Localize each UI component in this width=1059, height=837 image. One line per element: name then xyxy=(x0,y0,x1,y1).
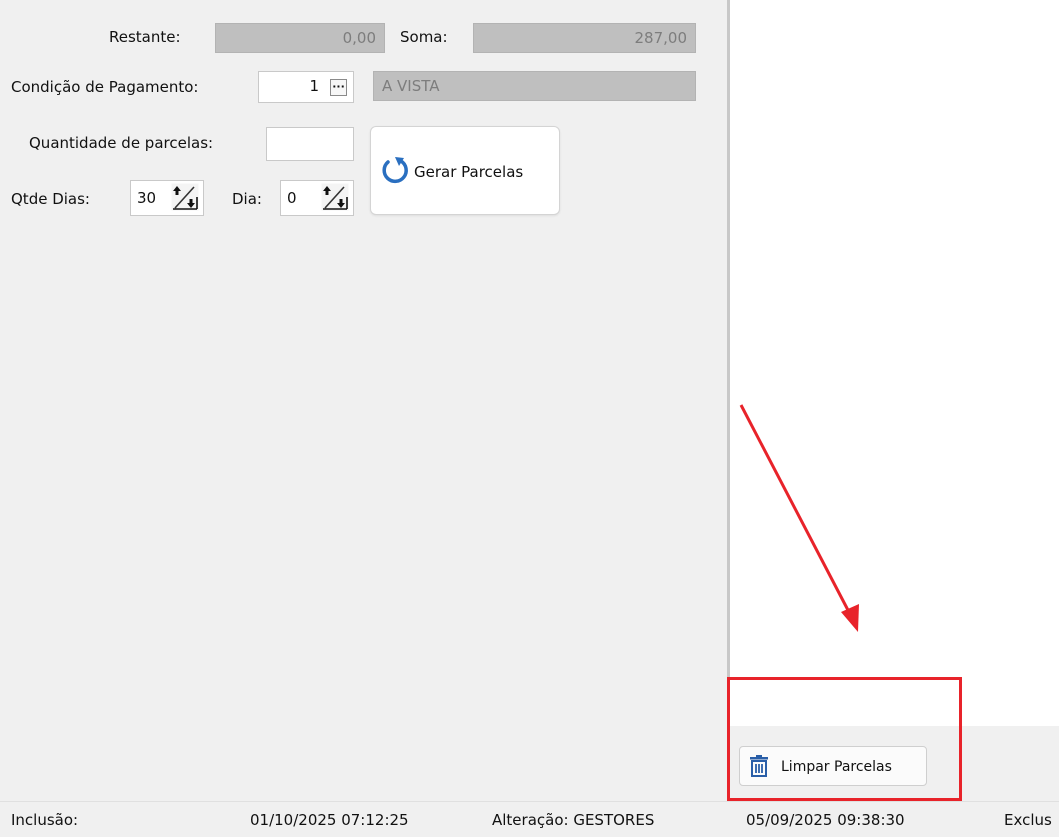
exclusao-label: Exclus xyxy=(1004,811,1052,829)
gerar-parcelas-label: Gerar Parcelas xyxy=(414,163,524,181)
ellipsis-icon: ··· xyxy=(332,80,345,93)
gerar-parcelas-button[interactable]: Gerar Parcelas xyxy=(370,126,560,215)
alteracao-label: Alteração: GESTORES xyxy=(492,811,655,829)
spin-up-down-icon xyxy=(321,183,349,211)
condicao-desc-field: A VISTA xyxy=(373,71,696,101)
soma-label: Soma: xyxy=(400,28,448,46)
right-panel xyxy=(730,0,1059,726)
limpar-parcelas-label: Limpar Parcelas xyxy=(781,759,892,775)
restante-label: Restante: xyxy=(109,28,181,46)
left-panel xyxy=(0,0,727,772)
alteracao-value: 05/09/2025 09:38:30 xyxy=(746,811,905,829)
qtde-dias-label: Qtde Dias: xyxy=(11,190,90,208)
restante-field: 0,00 xyxy=(215,23,385,53)
dia-spinner[interactable] xyxy=(321,183,351,213)
limpar-parcelas-button[interactable]: Limpar Parcelas xyxy=(739,746,927,786)
trash-icon xyxy=(750,755,768,777)
soma-field: 287,00 xyxy=(473,23,696,53)
inclusao-value: 01/10/2025 07:12:25 xyxy=(250,811,409,829)
quantidade-label: Quantidade de parcelas: xyxy=(29,134,214,152)
condicao-lookup-button[interactable]: ··· xyxy=(330,79,347,96)
qtde-dias-spinner[interactable] xyxy=(171,183,201,213)
refresh-icon xyxy=(382,157,408,184)
dia-label: Dia: xyxy=(232,190,262,208)
spin-up-down-icon xyxy=(171,183,199,211)
condicao-label: Condição de Pagamento: xyxy=(11,78,199,96)
inclusao-label: Inclusão: xyxy=(11,811,79,829)
quantidade-input[interactable] xyxy=(266,127,354,161)
